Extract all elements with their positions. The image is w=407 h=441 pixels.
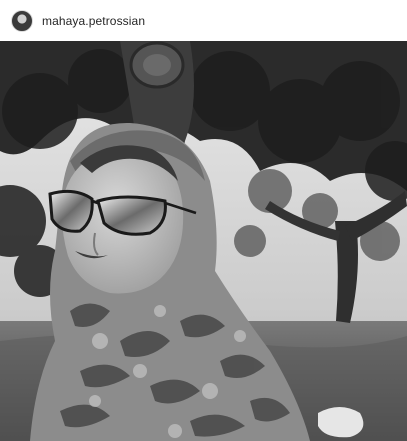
instagram-post: mahaya.petrossian: [0, 0, 407, 441]
username-link[interactable]: mahaya.petrossian: [42, 14, 145, 28]
profile-avatar[interactable]: [11, 9, 33, 32]
post-photo[interactable]: [0, 41, 407, 441]
post-header: mahaya.petrossian: [0, 0, 407, 41]
